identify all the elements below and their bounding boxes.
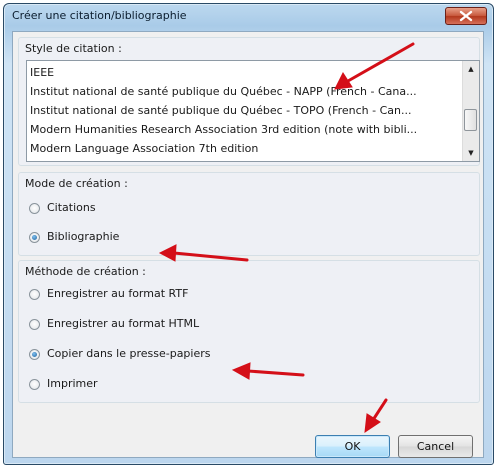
list-item[interactable]: IEEE xyxy=(30,63,54,82)
ok-button[interactable]: OK xyxy=(315,435,390,458)
radio-label: Enregistrer au format RTF xyxy=(47,287,189,300)
cancel-button[interactable]: Cancel xyxy=(398,435,473,458)
scroll-thumb[interactable] xyxy=(464,109,477,131)
citation-style-list[interactable]: IEEE Institut national de santé publique… xyxy=(26,60,480,162)
close-icon xyxy=(459,10,473,22)
dialog-window: Créer une citation/bibliographie Style d… xyxy=(3,3,494,465)
radio-button[interactable] xyxy=(29,379,40,390)
creation-method-group: Méthode de création : Enregistrer au for… xyxy=(18,260,480,403)
list-scrollbar[interactable]: ▲ ▼ xyxy=(462,61,479,161)
radio-button[interactable] xyxy=(29,289,40,300)
list-item[interactable]: Modern Language Association 7th edition xyxy=(30,139,258,158)
creation-method-legend: Méthode de création : xyxy=(25,265,146,278)
radio-button[interactable] xyxy=(29,319,40,330)
list-item[interactable]: Institut national de santé publique du Q… xyxy=(30,82,417,101)
citation-style-group: Style de citation : IEEE Institut nation… xyxy=(18,37,480,166)
creation-mode-legend: Mode de création : xyxy=(25,177,128,190)
scroll-up-icon[interactable]: ▲ xyxy=(463,61,479,77)
list-item[interactable]: Modern Humanities Research Association 3… xyxy=(30,120,417,139)
radio-button[interactable] xyxy=(29,232,40,243)
radio-button[interactable] xyxy=(29,349,40,360)
dialog-body: Style de citation : IEEE Institut nation… xyxy=(12,31,484,458)
radio-button[interactable] xyxy=(29,203,40,214)
radio-label: Citations xyxy=(47,201,96,214)
list-item[interactable]: Institut national de santé publique du Q… xyxy=(30,101,412,120)
citation-style-legend: Style de citation : xyxy=(25,42,122,55)
radio-label: Bibliographie xyxy=(47,230,120,243)
scroll-down-icon[interactable]: ▼ xyxy=(463,145,479,161)
title-bar: Créer une citation/bibliographie xyxy=(4,4,493,30)
radio-label: Enregistrer au format HTML xyxy=(47,317,200,330)
window-title: Créer une citation/bibliographie xyxy=(12,9,187,22)
radio-label: Imprimer xyxy=(47,377,98,390)
creation-mode-group: Mode de création : Citations Bibliograph… xyxy=(18,172,480,256)
close-button[interactable] xyxy=(445,7,487,25)
radio-label: Copier dans le presse-papiers xyxy=(47,347,211,360)
